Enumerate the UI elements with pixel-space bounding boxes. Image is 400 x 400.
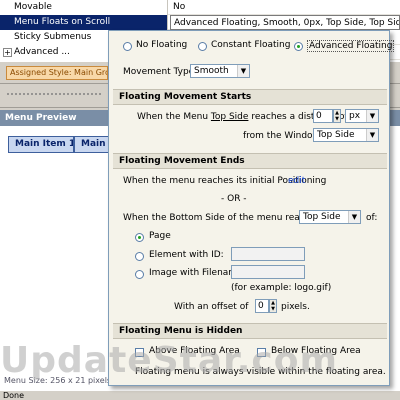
assigned-style-badge[interactable]: Assigned Style: Main Group: [6, 66, 108, 80]
starts-distance-input[interactable]: 0: [313, 109, 333, 123]
movement-type-value: Smooth: [194, 66, 229, 76]
chevron-down-icon: ▼: [366, 110, 378, 122]
spin-down-icon[interactable]: ▼: [334, 116, 340, 122]
property-name-label: Advanced ...: [14, 47, 70, 57]
movement-type-select[interactable]: Smooth ▼: [190, 64, 250, 78]
radio-image-with-filename[interactable]: [135, 270, 144, 279]
movement-type-label: Movement Type:: [123, 67, 198, 77]
offset-spinner[interactable]: ▲ ▼: [269, 299, 277, 313]
starts-from-select[interactable]: Top Side ▼: [313, 128, 379, 142]
section-floating-movement-ends: Floating Movement Ends: [113, 153, 387, 169]
offset-unit-label: pixels.: [281, 302, 310, 312]
starts-side-link[interactable]: Top Side: [211, 112, 249, 122]
radio-page[interactable]: [135, 233, 144, 242]
property-value[interactable]: No: [170, 0, 400, 15]
chevron-down-icon: ▼: [348, 211, 360, 223]
radio-no-floating-label: No Floating: [136, 40, 188, 50]
property-value[interactable]: Advanced Floating, Smooth, 0px, Top Side…: [170, 15, 400, 30]
radio-advanced-floating[interactable]: [294, 42, 303, 51]
property-name: Movable: [0, 0, 168, 15]
filename-example-hint: (for example: logo.gif): [231, 283, 332, 293]
radio-no-floating[interactable]: [123, 42, 132, 51]
starts-unit-select[interactable]: px ▼: [345, 109, 379, 123]
radio-advanced-floating-label: Advanced Floating: [307, 40, 395, 52]
starts-distance-spinner[interactable]: ▲ ▼: [333, 109, 341, 123]
starts-unit-value: px: [349, 111, 361, 121]
preview-menu-item-1[interactable]: Main Item 1: [8, 136, 74, 153]
element-id-input[interactable]: [231, 247, 305, 261]
property-name: Menu Floats on Scroll: [0, 15, 168, 30]
status-bar: Done: [0, 390, 400, 400]
ends-or-label: - OR -: [221, 194, 247, 204]
starts-from-value: Top Side: [317, 130, 355, 140]
radio-page-label: Page: [149, 231, 171, 241]
section-floating-movement-starts: Floating Movement Starts: [113, 89, 387, 105]
offset-label: With an offset of: [174, 302, 249, 312]
radio-element-with-id[interactable]: [135, 252, 144, 261]
property-row-menu-floats-on-scroll[interactable]: Menu Floats on Scroll Advanced Floating,…: [0, 15, 400, 30]
starts-text-1: When the Menu: [137, 112, 209, 122]
radio-element-with-id-label: Element with ID:: [149, 250, 224, 260]
spin-down-icon[interactable]: ▼: [270, 306, 276, 312]
ends-bottom-value: Top Side: [303, 212, 341, 222]
offset-input[interactable]: 0: [255, 299, 269, 313]
section-floating-menu-hidden: Floating Menu is Hidden: [113, 323, 387, 339]
radio-constant-floating-label: Constant Floating: [211, 40, 291, 50]
ends-bottom-select[interactable]: Top Side ▼: [299, 210, 361, 224]
radio-constant-floating[interactable]: [198, 42, 207, 51]
image-filename-input[interactable]: [231, 265, 305, 279]
floating-settings-dialog: No Floating Constant Floating Advanced F…: [108, 30, 395, 386]
expand-icon[interactable]: +: [3, 48, 12, 57]
chevron-down-icon: ▼: [366, 129, 378, 141]
watermark-logo: UpdateStar.com: [0, 340, 338, 381]
splitter-grip-icon[interactable]: [6, 92, 102, 96]
ends-edit-link[interactable]: edit: [288, 176, 305, 186]
property-row-movable[interactable]: Movable No: [0, 0, 400, 15]
starts-from-label: from the Window: [243, 131, 320, 141]
chevron-down-icon: ▼: [237, 65, 249, 77]
ends-of-label: of:: [366, 213, 378, 223]
